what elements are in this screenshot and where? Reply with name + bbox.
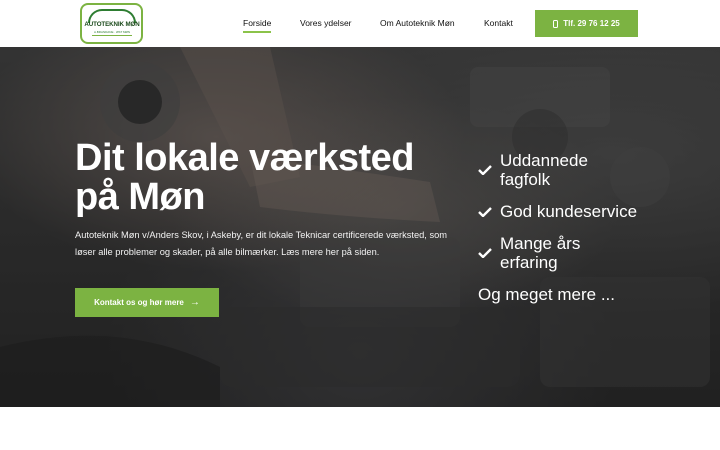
logo-name: AUTOTEKNIK MØN	[84, 21, 140, 28]
nav-item-vores-ydelser[interactable]: Vores ydelser	[300, 18, 352, 28]
logo-divider	[92, 35, 132, 36]
check-icon	[478, 248, 492, 258]
contact-cta-button[interactable]: Kontakt os og hør mere →	[75, 288, 219, 317]
nav-item-forside[interactable]: Forside	[243, 18, 272, 33]
site-header: AUTOTEKNIK MØN A.BRANDANE · ØST MØN Fors…	[0, 0, 720, 47]
logo-tagline: A.BRANDANE · ØST MØN	[93, 30, 131, 34]
cta-label: Kontakt os og hør mere	[94, 298, 184, 307]
feature-more: Og meget mere ...	[478, 285, 615, 304]
hero-title: Dit lokale værksted på Møn	[75, 137, 414, 218]
arrow-right-icon: →	[189, 296, 200, 308]
phone-button[interactable]: Tlf. 29 76 12 25	[535, 10, 638, 37]
site-logo[interactable]: AUTOTEKNIK MØN A.BRANDANE · ØST MØN	[80, 3, 143, 44]
feature-label: God kundeservice	[500, 202, 638, 221]
hero-description: Autoteknik Møn v/Anders Skov, i Askeby, …	[75, 230, 448, 257]
phone-label: Tlf. 29 76 12 25	[563, 19, 620, 28]
nav-item-om-autoteknik-mon[interactable]: Om Autoteknik Møn	[380, 18, 455, 28]
check-icon	[478, 165, 492, 175]
feature-label: Uddannede fagfolk	[500, 151, 588, 189]
feature-label: Mange års erfaring	[500, 234, 581, 272]
nav-item-kontakt[interactable]: Kontakt	[484, 18, 513, 28]
check-icon	[478, 207, 492, 217]
phone-icon	[553, 19, 559, 28]
hero-section: Dit lokale værksted på Møn Autoteknik Mø…	[0, 47, 720, 407]
